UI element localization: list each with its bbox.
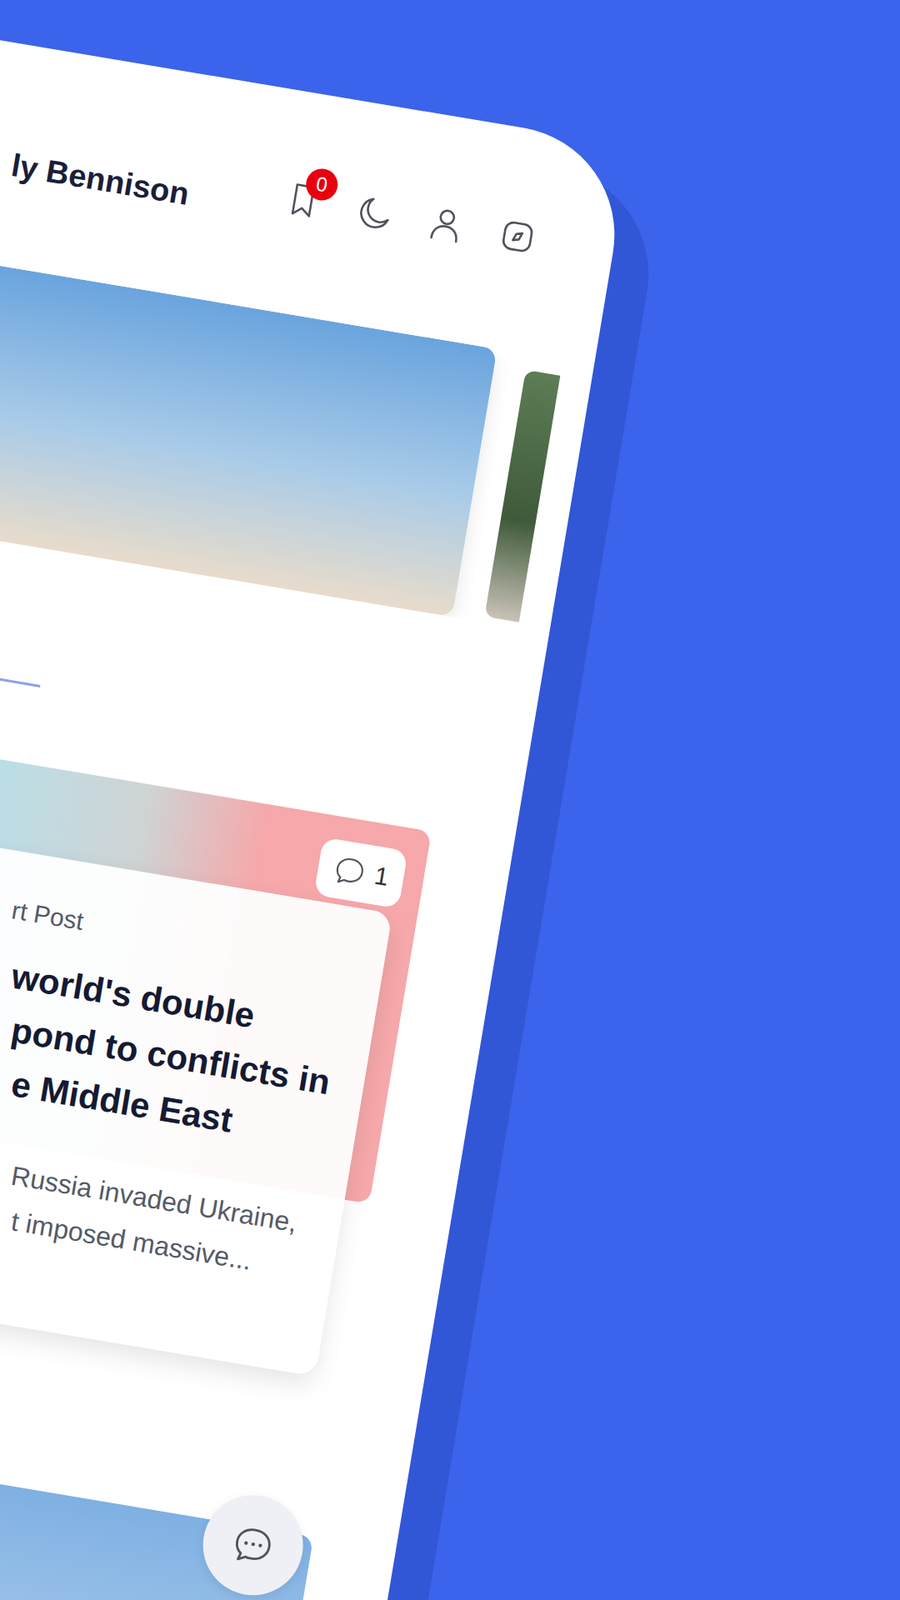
bookmark-count-badge: 0 <box>303 166 340 204</box>
phone-screen: ly Bennison 0 1rt Postworld's doublepond t… <box>0 8 631 1600</box>
next-featured-photo[interactable] <box>484 370 563 628</box>
top-bar: ly Bennison 0 <box>0 86 618 285</box>
comments-badge[interactable]: 1 <box>314 837 409 910</box>
featured-carousel[interactable] <box>0 227 563 628</box>
user-icon <box>423 201 470 248</box>
user-name: ly Bennison <box>8 145 192 214</box>
dark-mode-button[interactable] <box>351 190 398 236</box>
header-actions: 0 <box>280 177 541 260</box>
comment-icon <box>330 851 370 890</box>
article-card[interactable]: 1rt Postworld's doublepond to conflicts … <box>0 707 515 1395</box>
chat-icon <box>228 1520 279 1570</box>
compass-icon <box>495 213 541 260</box>
explore-button[interactable] <box>495 213 541 260</box>
profile-button[interactable] <box>423 201 470 248</box>
featured-photo[interactable] <box>0 227 498 617</box>
carousel-indicator <box>0 629 41 688</box>
moon-icon <box>351 190 398 236</box>
comment-count: 1 <box>371 859 391 895</box>
bookmarks-button[interactable]: 0 <box>280 177 326 224</box>
